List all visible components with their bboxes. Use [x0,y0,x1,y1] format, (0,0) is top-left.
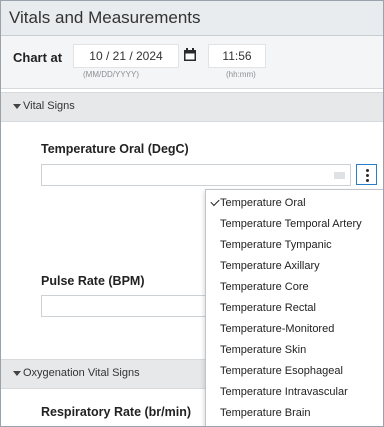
collapse-triangle-icon [13,104,21,109]
window-title: Vitals and Measurements [9,8,201,27]
vital-signs-section-header[interactable]: Vital Signs [1,92,383,122]
menu-item[interactable]: Temperature Temporal Artery [206,214,383,234]
time-format-hint: (hh:mm) [226,70,256,79]
section-title: Oxygenation Vital Signs [23,367,140,379]
menu-item[interactable]: Temperature Oral [206,193,383,213]
pulse-rate-input[interactable] [41,295,213,317]
section-title: Vital Signs [23,100,75,112]
menu-item[interactable]: Temperature Intravascular [206,382,383,402]
chart-at-bar: Chart at 10 / 21 / 2024 (MM/DD/YYYY) 11:… [1,36,383,89]
title-bar: Vitals and Measurements [1,1,383,36]
menu-item[interactable]: Temperature Tympanic [206,235,383,255]
time-input[interactable]: 11:56 [208,44,266,68]
respiratory-rate-label: Respiratory Rate (br/min) [41,405,192,419]
date-input[interactable]: 10 / 21 / 2024 [73,44,179,68]
keyboard-icon [334,172,345,179]
calendar-icon[interactable] [183,48,197,62]
menu-item[interactable]: Temperature Rectal [206,298,383,318]
menu-item[interactable]: Temperature-Monitored [206,319,383,339]
menu-item[interactable]: Temperature Axillary [206,256,383,276]
temperature-label: Temperature Oral (DegC) [41,142,189,156]
menu-item[interactable]: Temperature Core [206,277,383,297]
date-format-hint: (MM/DD/YYYY) [83,70,139,79]
menu-item[interactable]: Temperature Esophageal [206,361,383,381]
chart-at-label: Chart at [13,50,63,65]
pulse-rate-label: Pulse Rate (BPM) [41,274,145,288]
temperature-route-menu-button[interactable] [356,164,377,185]
temperature-route-menu: Temperature Oral Temperature Temporal Ar… [205,189,383,426]
temperature-input[interactable] [41,164,351,186]
checkmark-icon [210,196,220,207]
menu-item[interactable]: Temperature Brain [206,403,383,423]
collapse-triangle-icon [13,371,21,376]
vitals-window: Vitals and Measurements Chart at 10 / 21… [0,0,384,427]
menu-item[interactable]: Temperature Skin [206,340,383,360]
